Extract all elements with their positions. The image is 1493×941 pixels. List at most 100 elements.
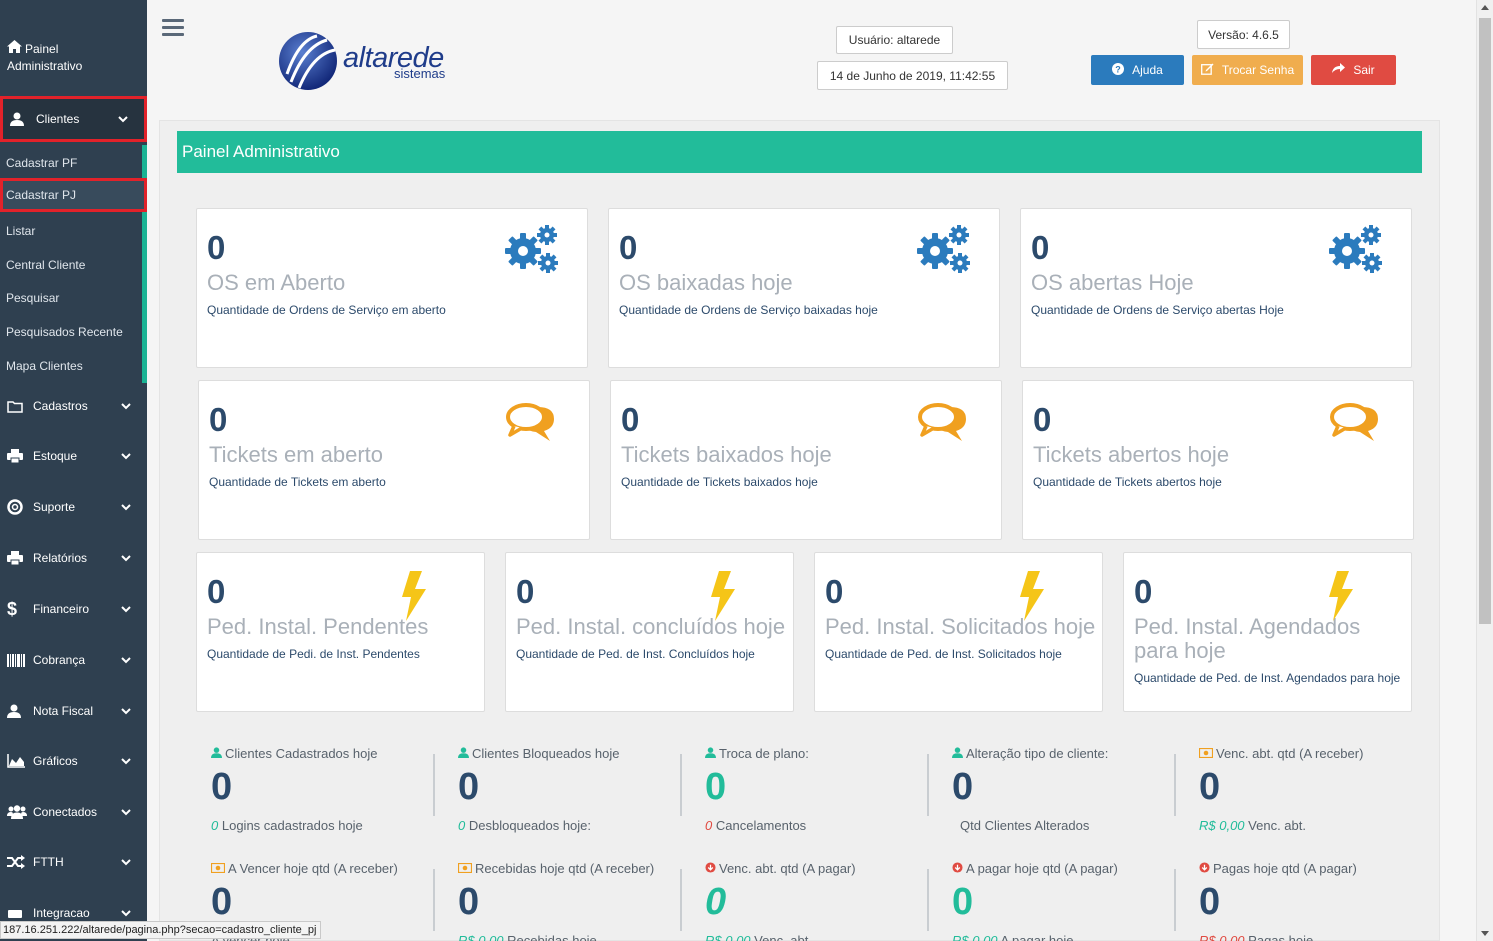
stat-head: Clientes Bloqueados hoje [472,746,620,761]
stat-troca-plano: Troca de plano: 0 0 Cancelamentos [705,746,925,833]
divider [927,754,929,816]
submenu-cadastrar-pf[interactable]: Cadastrar PF [0,146,142,180]
chevron-down-icon [121,551,131,565]
clientes-submenu: Cadastrar PF Cadastrar PJ Listar Central… [0,145,147,383]
submenu-cadastrar-pj[interactable]: Cadastrar PJ [0,178,147,212]
comments-icon [506,403,554,441]
sidebar-item-cobranca[interactable]: Cobrança [0,637,147,683]
arrow-circle-down-icon [952,861,963,876]
sidebar-item-conectados[interactable]: Conectados [0,789,147,835]
vertical-scrollbar[interactable] [1476,0,1493,941]
exit-button[interactable]: Sair [1311,55,1396,85]
stat-value: 0 [1199,881,1221,923]
submenu-mapa-clientes[interactable]: Mapa Clientes [0,349,142,383]
sidebar-item-painel[interactable]: Painel Administrativo [0,40,147,75]
submenu-central-cliente[interactable]: Central Cliente [0,248,142,282]
user-icon [952,746,963,761]
sidebar-item-label: Clientes [36,112,80,126]
submenu-listar[interactable]: Listar [0,214,142,248]
comments-icon [1330,403,1378,441]
divider [1174,869,1176,931]
sidebar-item-cadastros[interactable]: Cadastros [0,383,147,429]
help-button[interactable]: ? Ajuda [1091,55,1184,85]
card-description: Quantidade de Ped. de Inst. Concluídos h… [516,647,755,661]
user-icon [10,112,36,126]
chevron-down-icon [121,855,131,869]
stat-foot-value: R$ 0,00 [952,933,998,941]
sidebar-item-clientes[interactable]: Clientes [0,96,147,142]
sidebar-item-nota-fiscal[interactable]: Nota Fiscal [0,688,147,734]
exit-label: Sair [1353,63,1375,77]
browser-status-url: 187.16.251.222/altarede/pagina.php?secao… [0,921,322,939]
submenu-pesquisados-recente[interactable]: Pesquisados Recente [0,315,142,349]
card-tickets-aberto[interactable]: 0 Tickets em aberto Quantidade de Ticket… [198,380,590,540]
stat-alteracao-tipo: Alteração tipo de cliente: 0 Qtd Cliente… [952,746,1172,833]
sidebar-item-label: Nota Fiscal [33,704,94,718]
card-count: 0 [207,229,226,266]
card-os-aberto[interactable]: 0 OS em Aberto Quantidade de Ordens de S… [196,208,588,368]
card-os-abertas-hoje[interactable]: 0 OS abertas Hoje Quantidade de Ordens d… [1020,208,1412,368]
money-icon [1198,746,1214,761]
share-arrow-icon [1332,63,1346,77]
card-count: 0 [516,573,535,610]
sidebar-item-financeiro[interactable]: $ Financeiro [0,586,147,632]
stat-foot-value: 0 [458,818,466,833]
lifebuoy-icon [7,499,33,515]
stat-foot-value: 0 [211,818,219,833]
card-inst-agendados[interactable]: 0 Ped. Instal. Agendados para hoje Quant… [1123,552,1412,712]
card-inst-concluidos[interactable]: 0 Ped. Instal. concluídos hoje Quantidad… [505,552,794,712]
sidebar-item-label: Gráficos [33,754,78,768]
divider [680,754,682,816]
stat-clientes-bloqueados: Clientes Bloqueados hoje 0 0 Desbloquead… [458,746,678,833]
menu-toggle-button[interactable] [162,19,184,37]
user-badge: Usuário: altarede [836,26,953,54]
card-label: Tickets baixados hoje [621,442,832,467]
scrollbar-thumb[interactable] [1479,18,1491,624]
cogs-icon [505,225,558,273]
bolt-icon [1020,571,1044,621]
sidebar-item-ftth[interactable]: FTTH [0,839,147,885]
divider [1174,754,1176,816]
card-os-baixadas[interactable]: 0 OS baixadas hoje Quantidade de Ordens … [608,208,1000,368]
user-icon [211,746,222,761]
cogs-icon [1329,225,1382,273]
stat-foot: Desbloqueados hoje: [468,818,592,833]
user-icon [705,746,716,761]
scroll-up-icon[interactable] [1481,5,1489,10]
card-inst-pendentes[interactable]: 0 Ped. Instal. Pendentes Quantidade de P… [196,552,485,712]
card-inst-solicitados[interactable]: 0 Ped. Instal. Solicitados hoje Quantida… [814,552,1103,712]
dollar-icon: $ [7,598,18,619]
change-password-button[interactable]: Trocar Senha [1192,55,1303,85]
edit-icon [1200,63,1214,78]
card-description: Quantidade de Ordens de Serviço baixadas… [619,303,878,317]
sidebar-item-label: Estoque [33,449,78,463]
stat-head: Venc. abt. qtd (A pagar) [719,861,856,876]
bolt-icon [402,571,426,621]
arrow-circle-down-icon [705,861,716,876]
scroll-down-icon[interactable] [1481,931,1489,936]
sidebar-item-graficos[interactable]: Gráficos [0,738,147,784]
card-description: Quantidade de Ped. de Inst. Agendados pa… [1134,671,1401,685]
sidebar-item-label: FTTH [33,855,64,869]
stat-value: 0 [458,881,480,923]
card-label: OS abertas Hoje [1031,270,1194,295]
card-tickets-baixados[interactable]: 0 Tickets baixados hoje Quantidade de Ti… [610,380,1002,540]
sidebar-item-relatorios[interactable]: Relatórios [0,535,147,581]
printer-icon [7,551,33,565]
card-tickets-abertos-hoje[interactable]: 0 Tickets abertos hoje Quantidade de Tic… [1022,380,1414,540]
chevron-down-icon [118,112,128,126]
card-count: 0 [621,401,640,438]
stat-value: 0 [458,766,480,808]
divider [433,754,435,816]
sidebar-item-suporte[interactable]: Suporte [0,484,147,530]
stat-value: 0 [952,881,974,923]
plug-icon [7,906,33,920]
stat-foot-value: R$ 0,00 [458,933,504,941]
page-title: Painel Administrativo [177,131,1422,173]
sidebar-item-label: Conectados [33,805,98,819]
card-label: Ped. Instal. Agendados para hoje [1134,614,1361,663]
submenu-pesquisar[interactable]: Pesquisar [0,281,142,315]
sidebar-item-estoque[interactable]: Estoque [0,433,147,479]
stat-foot: Venc. abt. [1248,818,1306,833]
stat-clientes-cadastrados: Clientes Cadastrados hoje 0 0 Logins cad… [211,746,431,833]
